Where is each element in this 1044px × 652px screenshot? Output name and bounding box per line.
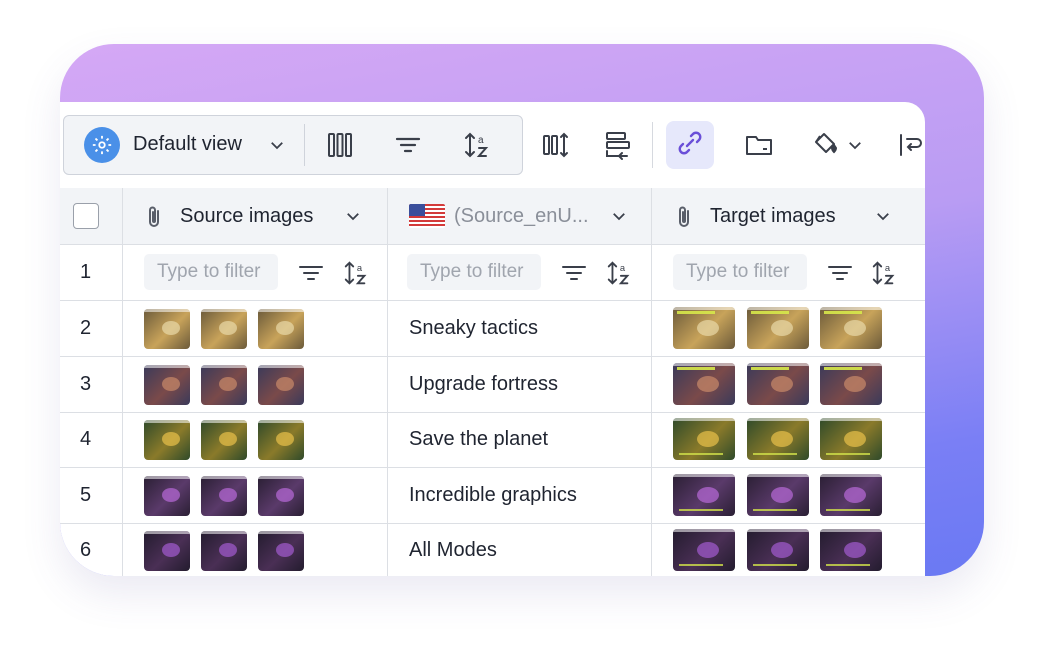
- target-image-thumbnail[interactable]: [820, 362, 882, 405]
- link-icon: [676, 129, 704, 162]
- column-divider: [122, 188, 123, 576]
- target-image-thumbnail[interactable]: [820, 418, 882, 460]
- row-number: 5: [80, 483, 92, 506]
- table-row[interactable]: 5 Incredible graphics: [60, 468, 925, 524]
- sort-az-icon[interactable]: a: [459, 127, 495, 163]
- source-image-thumbnail[interactable]: [144, 475, 190, 516]
- column-header-source-text[interactable]: (Source_enU...: [409, 188, 649, 244]
- default-view-dropdown[interactable]: Default view: [64, 116, 304, 174]
- filter-icon[interactable]: [827, 261, 853, 290]
- source-text-cell[interactable]: All Modes: [409, 539, 497, 562]
- link-records-button[interactable]: [666, 121, 714, 169]
- source-image-thumbnail[interactable]: [144, 364, 190, 405]
- target-image-thumbnail[interactable]: [673, 418, 735, 460]
- target-image-thumbnail[interactable]: [673, 529, 735, 571]
- toolbar: Default view a: [60, 102, 925, 188]
- column-divider: [387, 188, 388, 576]
- table-row[interactable]: 3 Upgrade fortress: [60, 357, 925, 413]
- sort-az-icon[interactable]: a: [870, 259, 898, 292]
- folder-icon[interactable]: [742, 128, 776, 162]
- source-image-thumbnail[interactable]: [201, 364, 247, 405]
- column-header-target-images[interactable]: Target images: [676, 188, 916, 244]
- sort-az-icon[interactable]: a: [342, 259, 370, 292]
- row-number: 4: [80, 428, 92, 450]
- column-label: Target images: [710, 205, 836, 227]
- target-image-thumbnail[interactable]: [673, 473, 735, 516]
- source-text-cell[interactable]: Incredible graphics: [409, 484, 577, 507]
- row-number: 2: [80, 317, 92, 339]
- source-image-thumbnail[interactable]: [258, 309, 304, 349]
- target-image-thumbnail[interactable]: [820, 529, 882, 571]
- chevron-down-icon[interactable]: [844, 134, 866, 156]
- source-image-thumbnail[interactable]: [144, 531, 190, 571]
- svg-text:a: a: [478, 135, 484, 146]
- sort-az-icon[interactable]: a: [605, 259, 633, 292]
- source-image-thumbnail[interactable]: [258, 420, 304, 460]
- svg-text:a: a: [885, 263, 891, 273]
- target-image-thumbnail[interactable]: [747, 418, 809, 460]
- text-wrap-icon[interactable]: [894, 128, 925, 162]
- target-image-thumbnail[interactable]: [747, 529, 809, 571]
- target-image-thumbnail[interactable]: [820, 307, 882, 349]
- row-number: 1: [80, 261, 92, 283]
- source-image-thumbnail[interactable]: [258, 475, 304, 516]
- chevron-down-icon[interactable]: [344, 207, 362, 230]
- source-image-thumbnail[interactable]: [201, 475, 247, 516]
- target-image-thumbnail[interactable]: [747, 307, 809, 349]
- source-image-thumbnail[interactable]: [144, 309, 190, 349]
- chevron-down-icon: [268, 136, 286, 159]
- svg-text:a: a: [357, 263, 363, 273]
- columns-icon[interactable]: [322, 129, 358, 161]
- source-text-cell[interactable]: Save the planet: [409, 428, 548, 451]
- column-divider: [651, 188, 652, 576]
- chevron-down-icon[interactable]: [610, 207, 628, 230]
- source-image-thumbnail[interactable]: [201, 309, 247, 349]
- source-image-thumbnail[interactable]: [144, 420, 190, 460]
- target-image-thumbnail[interactable]: [747, 362, 809, 405]
- target-image-thumbnail[interactable]: [820, 473, 882, 516]
- filter-icon[interactable]: [390, 129, 426, 161]
- svg-text:a: a: [620, 263, 626, 273]
- filter-input-source-images[interactable]: Type to filter: [144, 254, 278, 290]
- source-image-thumbnail[interactable]: [258, 531, 304, 571]
- source-image-thumbnail[interactable]: [201, 531, 247, 571]
- spreadsheet-panel: Default view a Source images (Source_enU…: [60, 102, 925, 576]
- column-header-source-images[interactable]: Source images: [146, 188, 386, 244]
- view-controls-group: Default view a: [63, 115, 523, 175]
- row-number: 3: [80, 372, 92, 395]
- table-row[interactable]: 2 Sneaky tactics: [60, 301, 925, 357]
- table-row[interactable]: 6 All Modes: [60, 523, 925, 576]
- paint-bucket-icon[interactable]: [808, 128, 842, 162]
- filter-input-source-text[interactable]: Type to filter: [407, 254, 541, 290]
- toolbar-divider: [304, 124, 305, 166]
- column-sort-icon[interactable]: [540, 128, 574, 162]
- target-image-thumbnail[interactable]: [673, 307, 735, 349]
- filter-icon[interactable]: [298, 261, 324, 290]
- source-text-cell[interactable]: Upgrade fortress: [409, 373, 558, 396]
- filter-row: 1 Type to filter a Type to filter a Type…: [60, 245, 925, 301]
- gear-icon: [84, 127, 120, 163]
- us-flag-icon: [409, 204, 445, 228]
- view-label: Default view: [133, 133, 242, 155]
- row-group-icon[interactable]: [600, 128, 634, 162]
- table-row[interactable]: 4 Save the planet: [60, 412, 925, 468]
- toolbar-divider: [652, 122, 653, 168]
- chevron-down-icon[interactable]: [874, 207, 892, 230]
- column-label: (Source_enU...: [454, 205, 589, 227]
- filter-input-target-images[interactable]: Type to filter: [673, 254, 807, 290]
- target-image-thumbnail[interactable]: [747, 473, 809, 516]
- filter-icon[interactable]: [561, 261, 587, 290]
- target-image-thumbnail[interactable]: [673, 362, 735, 405]
- paperclip-icon: [676, 205, 694, 234]
- column-header-row: Source images (Source_enU... Target imag…: [60, 188, 925, 245]
- paperclip-icon: [146, 205, 164, 234]
- select-all-checkbox[interactable]: [73, 203, 99, 229]
- source-text-cell[interactable]: Sneaky tactics: [409, 317, 538, 340]
- column-label: Source images: [180, 205, 314, 227]
- source-image-thumbnail[interactable]: [258, 364, 304, 405]
- row-number: 6: [80, 539, 92, 561]
- source-image-thumbnail[interactable]: [201, 420, 247, 460]
